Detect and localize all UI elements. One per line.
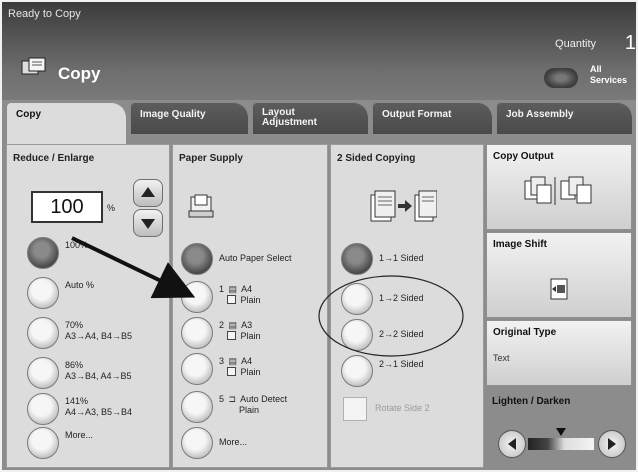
annotation-arrow	[71, 236, 196, 299]
copy-screen: Ready to Copy Quantity 1 Copy All Servic…	[2, 2, 636, 470]
